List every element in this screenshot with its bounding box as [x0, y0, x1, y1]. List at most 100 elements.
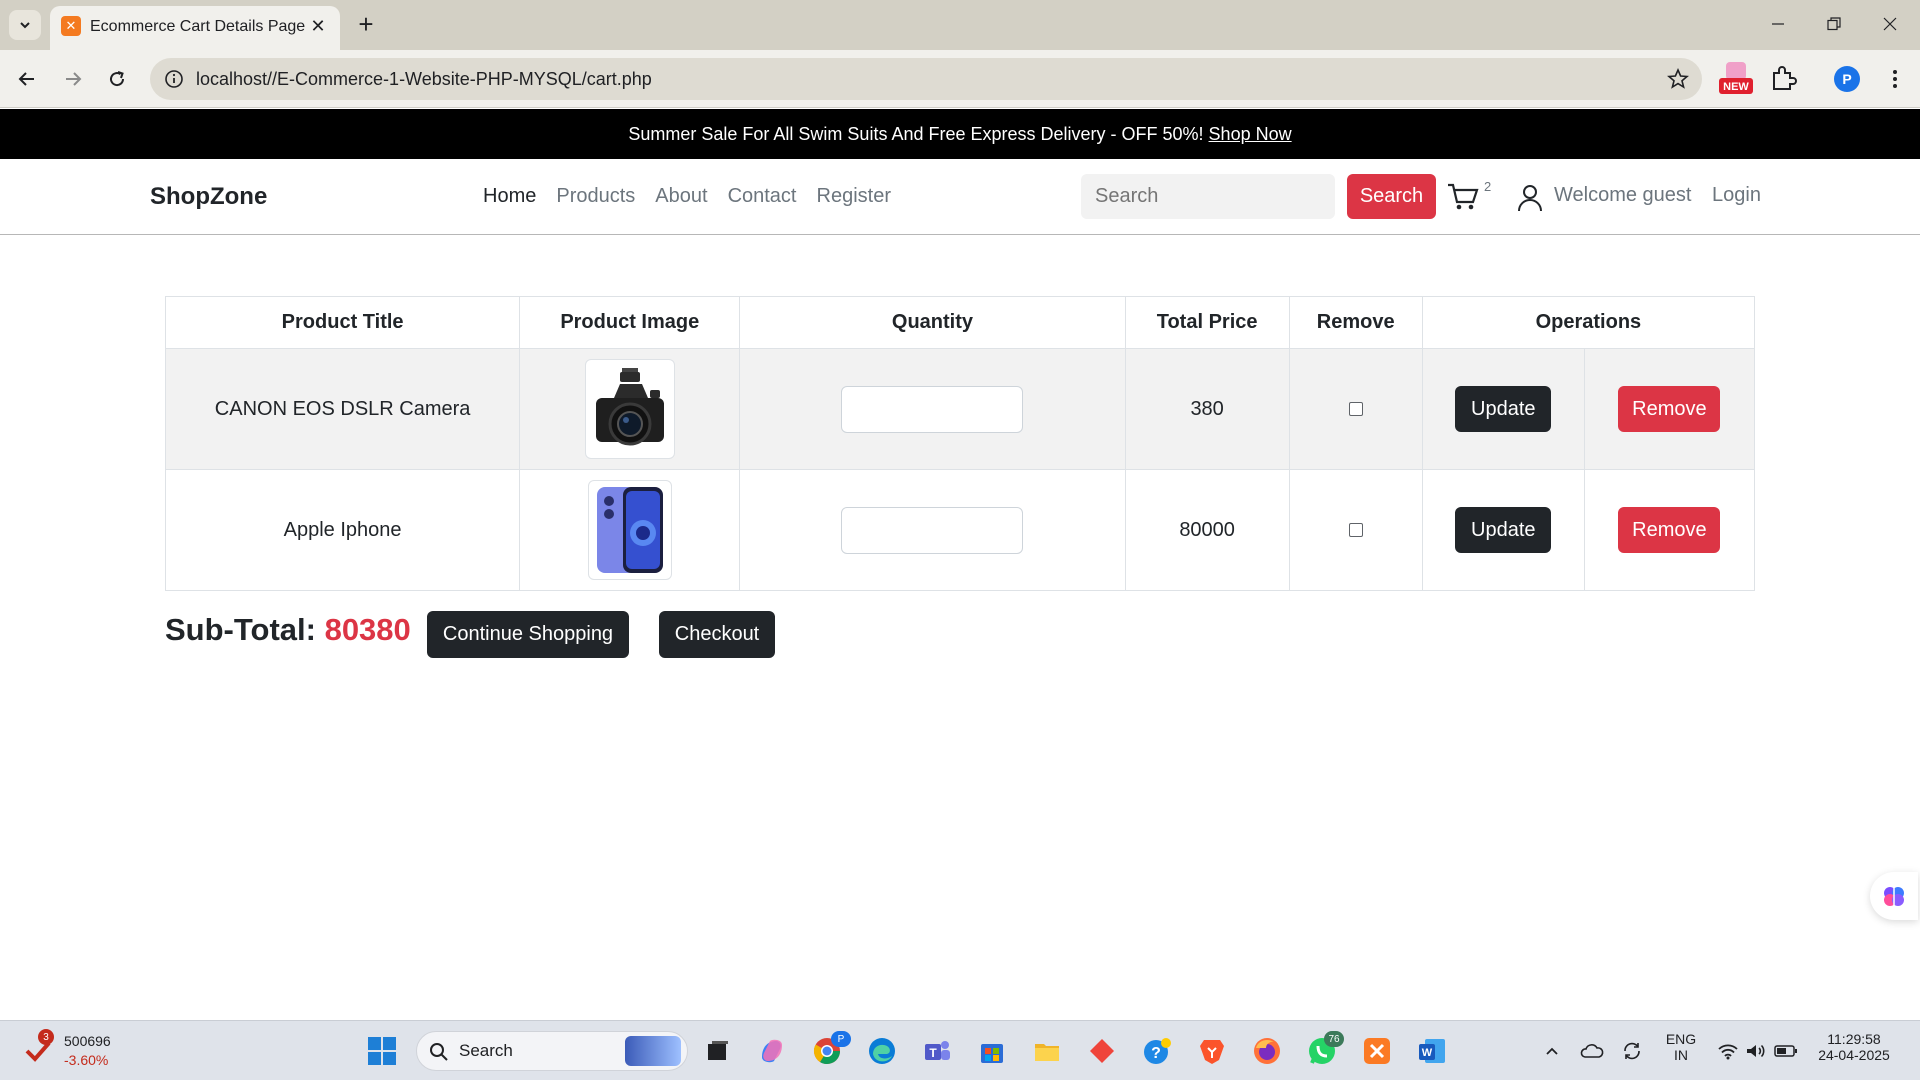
file-explorer-icon[interactable]: [1031, 1035, 1063, 1067]
nav-link-products[interactable]: Products: [556, 185, 635, 208]
word-icon[interactable]: W: [1416, 1035, 1448, 1067]
quantity-cell: [739, 348, 1126, 470]
nav-link-about[interactable]: About: [655, 185, 707, 208]
header-remove: Remove: [1288, 296, 1423, 349]
forward-arrow-icon[interactable]: [56, 62, 90, 96]
subtotal-amount: 80380: [324, 612, 411, 647]
brand-logo[interactable]: ShopZone: [150, 183, 267, 211]
remove-checkbox-cell: [1288, 348, 1423, 470]
search-icon: [430, 1043, 448, 1061]
site-info-icon[interactable]: [164, 69, 184, 89]
search-button[interactable]: Search: [1347, 174, 1436, 219]
checkout-button[interactable]: Checkout: [659, 611, 775, 658]
browser-menu-icon[interactable]: [1880, 64, 1910, 94]
browser-tabstrip: ✕ Ecommerce Cart Details Page ✕ +: [0, 0, 1920, 50]
extensions-puzzle-icon[interactable]: [1768, 64, 1798, 94]
search-input[interactable]: [1081, 174, 1335, 219]
remove-button[interactable]: Remove: [1618, 507, 1721, 553]
cart-icon[interactable]: [1447, 182, 1479, 212]
table-row: CANON EOS DSLR Camera 380 Update Remove: [164, 348, 1756, 470]
product-title-cell: Apple Iphone: [164, 469, 521, 591]
remove-button[interactable]: Remove: [1618, 386, 1721, 432]
stock-badge: 3: [38, 1029, 54, 1045]
browser-tab-active[interactable]: ✕ Ecommerce Cart Details Page ✕: [50, 6, 340, 50]
browser-toolbar: localhost//E-Commerce-1-Website-PHP-MYSQ…: [0, 50, 1920, 108]
new-tab-plus-icon[interactable]: +: [352, 9, 380, 39]
window-close-icon[interactable]: [1870, 8, 1910, 40]
xampp-icon[interactable]: [1361, 1035, 1393, 1067]
restore-icon[interactable]: [1814, 8, 1854, 40]
reload-icon[interactable]: [100, 62, 134, 96]
stock-widget[interactable]: 3 500696 -3.60%: [24, 1029, 134, 1073]
battery-icon[interactable]: [1770, 1035, 1802, 1067]
site-navbar: ShopZone Home Products About Contact Reg…: [0, 159, 1920, 235]
onedrive-icon[interactable]: [1576, 1035, 1608, 1067]
bookmark-star-icon[interactable]: [1666, 67, 1690, 91]
remove-cell: Remove: [1583, 348, 1756, 470]
teams-icon[interactable]: T: [921, 1035, 953, 1067]
tab-search-button[interactable]: [9, 10, 41, 40]
volume-icon[interactable]: [1740, 1035, 1772, 1067]
subtotal: Sub-Total: 80380: [165, 612, 411, 648]
stock-value: 500696: [64, 1033, 111, 1049]
taskbar-search-label: Search: [459, 1041, 513, 1060]
help-icon[interactable]: ?: [1141, 1035, 1173, 1067]
extension-new-icon[interactable]: NEW: [1718, 60, 1754, 100]
back-arrow-icon[interactable]: [10, 62, 44, 96]
nav-link-register[interactable]: Register: [817, 185, 891, 208]
update-button[interactable]: Update: [1455, 507, 1552, 553]
chrome-profile-badge: P: [831, 1031, 851, 1047]
product-image-cell: [519, 348, 741, 470]
edge-icon[interactable]: [866, 1035, 898, 1067]
clock[interactable]: 11:29:58 24-04-2025: [1812, 1031, 1896, 1063]
table-row: Apple Iphone 80000 Update Remove: [164, 469, 1756, 591]
anydesk-icon[interactable]: [1086, 1035, 1118, 1067]
welcome-text: Welcome guest: [1554, 184, 1692, 206]
taskbar-search[interactable]: Search: [416, 1031, 688, 1071]
language-line2: IN: [1674, 1047, 1688, 1063]
promo-text: Summer Sale For All Swim Suits And Free …: [628, 123, 1204, 144]
nav-links: Home Products About Contact Register: [483, 185, 891, 208]
nav-link-contact[interactable]: Contact: [728, 185, 797, 208]
svg-text:T: T: [929, 1046, 937, 1060]
user-icon: [1518, 185, 1542, 212]
promo-shop-now-link[interactable]: Shop Now: [1209, 124, 1292, 145]
clock-date: 24-04-2025: [1818, 1047, 1890, 1063]
firefox-icon[interactable]: [1251, 1035, 1283, 1067]
remove-checkbox-cell: [1288, 469, 1423, 591]
xampp-favicon-icon: ✕: [61, 16, 81, 36]
sync-icon[interactable]: [1616, 1035, 1648, 1067]
address-bar[interactable]: localhost//E-Commerce-1-Website-PHP-MYSQ…: [150, 58, 1702, 100]
ai-assistant-icon[interactable]: [1870, 872, 1918, 920]
store-icon[interactable]: [976, 1035, 1008, 1067]
login-link[interactable]: Login: [1712, 184, 1761, 207]
nav-link-home[interactable]: Home: [483, 185, 536, 208]
remove-cell: Remove: [1583, 469, 1756, 591]
remove-checkbox[interactable]: [1348, 523, 1363, 538]
update-button[interactable]: Update: [1455, 386, 1552, 432]
clock-time: 11:29:58: [1827, 1031, 1881, 1047]
profile-avatar[interactable]: P: [1834, 66, 1860, 92]
minimize-icon[interactable]: [1758, 8, 1798, 40]
continue-shopping-button[interactable]: Continue Shopping: [427, 611, 629, 658]
tab-close-icon[interactable]: ✕: [308, 16, 328, 36]
update-cell: Update: [1421, 469, 1585, 591]
cart-table: Product Title Product Image Quantity Tot…: [164, 296, 1756, 591]
tray-chevron-up-icon[interactable]: [1536, 1035, 1568, 1067]
task-view-icon[interactable]: [702, 1035, 734, 1067]
cart-count-badge: 2: [1484, 179, 1492, 194]
header-product-image: Product Image: [519, 296, 741, 349]
copilot-icon[interactable]: [756, 1035, 788, 1067]
phone-image: [587, 480, 672, 580]
brave-icon[interactable]: [1196, 1035, 1228, 1067]
remove-checkbox[interactable]: [1348, 402, 1363, 417]
language-indicator[interactable]: ENG IN: [1660, 1031, 1702, 1063]
url-text: localhost//E-Commerce-1-Website-PHP-MYSQ…: [196, 69, 652, 89]
product-title-cell: CANON EOS DSLR Camera: [164, 348, 521, 470]
quantity-cell: [739, 469, 1126, 591]
quantity-input[interactable]: [841, 385, 1024, 433]
product-image-cell: [519, 469, 741, 591]
quantity-input[interactable]: [841, 506, 1024, 554]
total-price-cell: 80000: [1124, 469, 1290, 591]
windows-start-icon[interactable]: [366, 1035, 398, 1067]
